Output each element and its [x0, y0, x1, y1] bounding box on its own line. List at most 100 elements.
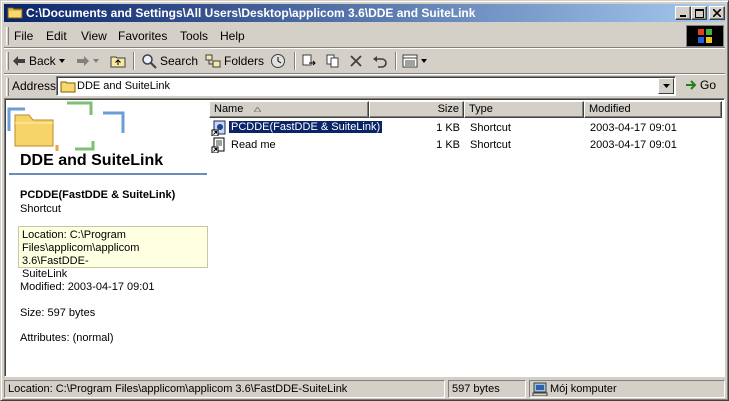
- column-header-modified[interactable]: Modified: [584, 101, 722, 118]
- move-to-button[interactable]: [301, 51, 317, 71]
- go-label: Go: [700, 78, 717, 92]
- attributes-info: Attributes: (normal): [20, 332, 114, 344]
- column-type-label: Type: [469, 103, 493, 115]
- address-dropdown-button[interactable]: [658, 78, 674, 94]
- chevron-down-icon[interactable]: [93, 59, 99, 63]
- column-header-type[interactable]: Type: [464, 101, 584, 118]
- location-line: Files\applicom\applicom 3.6\FastDDE-: [22, 242, 140, 267]
- chevron-down-icon: [662, 84, 670, 88]
- column-header-name[interactable]: Name: [209, 101, 369, 118]
- windows-flag-icon: [698, 29, 712, 43]
- file-modified: 2003-04-17 09:01: [590, 139, 677, 151]
- forward-button[interactable]: [76, 51, 99, 71]
- location-line: SuiteLink: [22, 268, 68, 280]
- details-pane: DDE and SuiteLink PCDDE(FastDDE & SuiteL…: [7, 101, 209, 376]
- history-icon: [271, 54, 285, 68]
- go-arrow-icon: [686, 80, 697, 90]
- title-divider: [9, 173, 207, 175]
- file-name[interactable]: Read me: [231, 139, 276, 151]
- minimize-icon: [680, 15, 686, 17]
- folder-icon: [7, 5, 23, 19]
- menu-edit[interactable]: Edit: [46, 29, 67, 43]
- modified-info: Modified: 2003-04-17 09:01: [20, 281, 155, 293]
- toolbar-separator: [294, 52, 296, 70]
- file-row[interactable]: Read me 1 KB Shortcut 2003-04-17 09:01: [209, 137, 722, 156]
- copy-to-icon: [326, 54, 339, 68]
- status-zone-label: Mój komputer: [550, 383, 617, 395]
- file-size: 1 KB: [436, 139, 460, 151]
- toolbar-separator: [395, 52, 397, 70]
- menu-help[interactable]: Help: [220, 29, 245, 43]
- file-list: Name Size Type Modified PCDDE(FastDDE & …: [209, 101, 722, 376]
- address-bar: Address DDE and SuiteLink Go: [4, 75, 725, 97]
- up-folder-button[interactable]: [110, 51, 126, 71]
- status-bar: Location: C:\Program Files\applicom\appl…: [4, 379, 725, 399]
- file-type: Shortcut: [470, 139, 511, 151]
- addressbar-grip[interactable]: [6, 78, 9, 96]
- menu-bar: File Edit View Favorites Tools Help: [4, 24, 683, 46]
- delete-icon: [350, 55, 362, 67]
- selected-item-type: Shortcut: [20, 203, 61, 215]
- search-icon: [142, 54, 157, 69]
- search-label: Search: [160, 54, 199, 68]
- move-to-icon: [302, 54, 316, 66]
- back-arrow-icon: [13, 56, 25, 66]
- search-button[interactable]: Search: [141, 51, 198, 71]
- address-value: DDE and SuiteLink: [77, 80, 170, 92]
- selected-item-name: PCDDE(FastDDE & SuiteLink): [20, 189, 176, 201]
- maximize-button[interactable]: [691, 6, 707, 20]
- folders-label: Folders: [224, 54, 265, 68]
- menubar-grip[interactable]: [6, 27, 9, 45]
- toolbar-grip[interactable]: [6, 52, 9, 70]
- chevron-down-icon[interactable]: [58, 59, 65, 63]
- toolbar: Back Search Folders: [4, 49, 725, 73]
- maximize-icon: [694, 8, 704, 18]
- file-modified: 2003-04-17 09:01: [590, 122, 677, 134]
- computer-icon: [532, 382, 548, 397]
- content-area: DDE and SuiteLink PCDDE(FastDDE & SuiteL…: [4, 98, 725, 377]
- folder-icon: [60, 79, 76, 96]
- minimize-button[interactable]: [675, 6, 691, 20]
- document-shortcut-icon: [211, 137, 227, 156]
- windows-logo: [686, 25, 724, 47]
- menu-tools[interactable]: Tools: [180, 29, 208, 43]
- location-info-box: Location: C:\Program Files\applicom\appl…: [18, 226, 208, 280]
- go-button[interactable]: Go: [684, 78, 716, 92]
- up-folder-icon: [110, 56, 126, 68]
- back-label: Back: [29, 54, 56, 68]
- back-button[interactable]: Back: [12, 51, 65, 71]
- title-bar[interactable]: C:\Documents and Settings\All Users\Desk…: [4, 4, 725, 22]
- folder-title: DDE and SuiteLink: [20, 152, 164, 169]
- file-row[interactable]: PCDDE(FastDDE & SuiteLink) 1 KB Shortcut…: [209, 120, 722, 137]
- menu-favorites[interactable]: Favorites: [118, 29, 167, 43]
- folder-banner-icon: [7, 101, 125, 151]
- address-label: Address: [12, 79, 57, 93]
- column-name-label: Name: [214, 103, 244, 115]
- size-info: Size: 597 bytes: [20, 307, 96, 319]
- undo-button[interactable]: [372, 51, 388, 71]
- address-input[interactable]: DDE and SuiteLink: [56, 76, 676, 96]
- folders-button[interactable]: Folders: [205, 51, 264, 71]
- location-line: Location: C:\Program: [22, 229, 126, 241]
- views-icon: [402, 54, 418, 68]
- column-header-size[interactable]: Size: [369, 101, 464, 118]
- copy-to-button[interactable]: [325, 51, 341, 71]
- toolbar-separator: [133, 52, 135, 70]
- views-button[interactable]: [402, 51, 427, 71]
- status-zone: Mój komputer: [529, 380, 725, 398]
- close-button[interactable]: [709, 6, 725, 20]
- column-size-label: Size: [437, 103, 459, 115]
- menu-file[interactable]: File: [14, 29, 33, 43]
- delete-button[interactable]: [349, 51, 363, 71]
- sort-ascending-icon: [253, 106, 263, 113]
- history-button[interactable]: [270, 51, 286, 71]
- chevron-down-icon[interactable]: [421, 59, 427, 63]
- menu-view[interactable]: View: [81, 29, 107, 43]
- forward-arrow-icon: [77, 56, 89, 66]
- column-modified-label: Modified: [589, 103, 631, 115]
- file-name[interactable]: PCDDE(FastDDE & SuiteLink): [229, 121, 383, 133]
- folders-icon: [205, 54, 221, 68]
- close-icon: [713, 9, 721, 17]
- status-location: Location: C:\Program Files\applicom\appl…: [4, 380, 445, 398]
- status-size: 597 bytes: [448, 380, 526, 398]
